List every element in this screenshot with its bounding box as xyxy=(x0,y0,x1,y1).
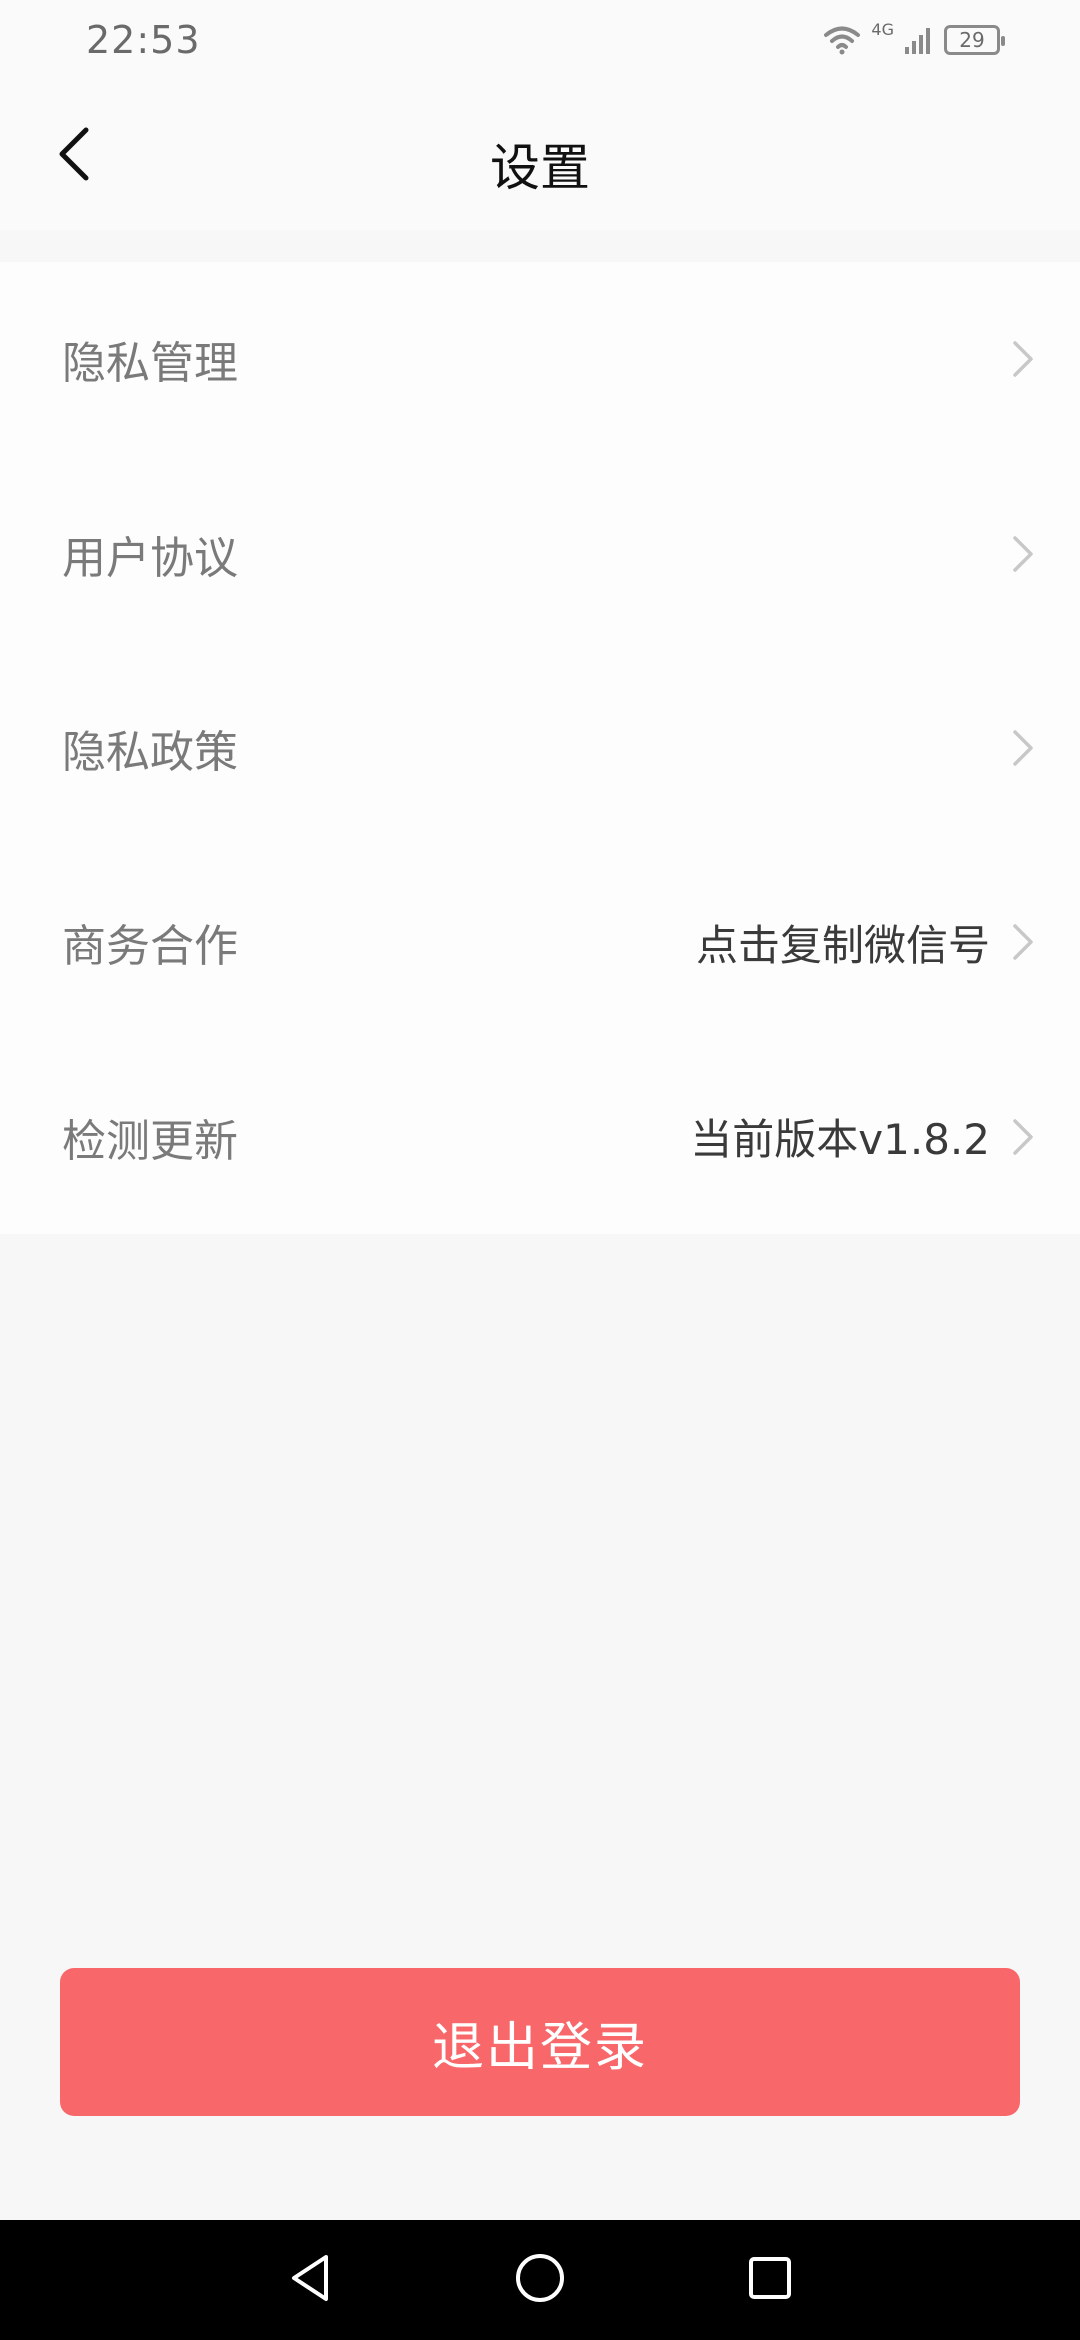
triangle-back-icon xyxy=(288,2253,332,2307)
settings-item-privacy-policy[interactable]: 隐私政策 xyxy=(0,651,1080,845)
settings-item-business-cooperation[interactable]: 商务合作 点击复制微信号 xyxy=(0,845,1080,1039)
signal-icon xyxy=(904,25,934,55)
page-title: 设置 xyxy=(490,139,590,197)
chevron-right-icon xyxy=(1006,337,1040,381)
system-nav-bar xyxy=(0,2220,1080,2340)
battery-level: 29 xyxy=(959,28,985,52)
settings-item-value: 点击复制微信号 xyxy=(695,920,990,970)
settings-item-label: 检测更新 xyxy=(62,1115,238,1167)
settings-item-user-agreement[interactable]: 用户协议 xyxy=(0,456,1080,650)
settings-item-label: 隐私管理 xyxy=(62,338,238,390)
settings-list: 隐私管理 用户协议 隐私政策 商务合作 点击复制微信号 检测更新 当前版本v1.… xyxy=(0,262,1080,1234)
nav-home-button[interactable] xyxy=(510,2250,570,2310)
chevron-right-icon xyxy=(1006,532,1040,576)
settings-item-label: 隐私政策 xyxy=(62,726,238,778)
chevron-right-icon xyxy=(1006,726,1040,770)
status-time: 22:53 xyxy=(86,18,201,62)
wifi-icon xyxy=(823,25,861,55)
logout-button[interactable]: 退出登录 xyxy=(60,1968,1020,2116)
network-type-label: 4G xyxy=(871,20,894,39)
nav-back-button[interactable] xyxy=(280,2250,340,2310)
settings-item-label: 用户协议 xyxy=(62,532,238,584)
circle-home-icon xyxy=(514,2252,566,2308)
settings-item-check-update[interactable]: 检测更新 当前版本v1.8.2 xyxy=(0,1040,1080,1234)
status-icons: 4G 29 xyxy=(823,20,1005,60)
square-recents-icon xyxy=(747,2255,793,2305)
chevron-right-icon xyxy=(1006,920,1040,964)
header: 设置 xyxy=(0,84,1080,230)
settings-item-label: 商务合作 xyxy=(62,921,238,973)
settings-item-privacy-management[interactable]: 隐私管理 xyxy=(0,262,1080,456)
status-bar: 22:53 4G 29 xyxy=(0,0,1080,84)
chevron-right-icon xyxy=(1006,1115,1040,1159)
nav-recents-button[interactable] xyxy=(740,2250,800,2310)
settings-item-value: 当前版本v1.8.2 xyxy=(690,1115,990,1165)
battery-icon: 29 xyxy=(944,25,1005,55)
